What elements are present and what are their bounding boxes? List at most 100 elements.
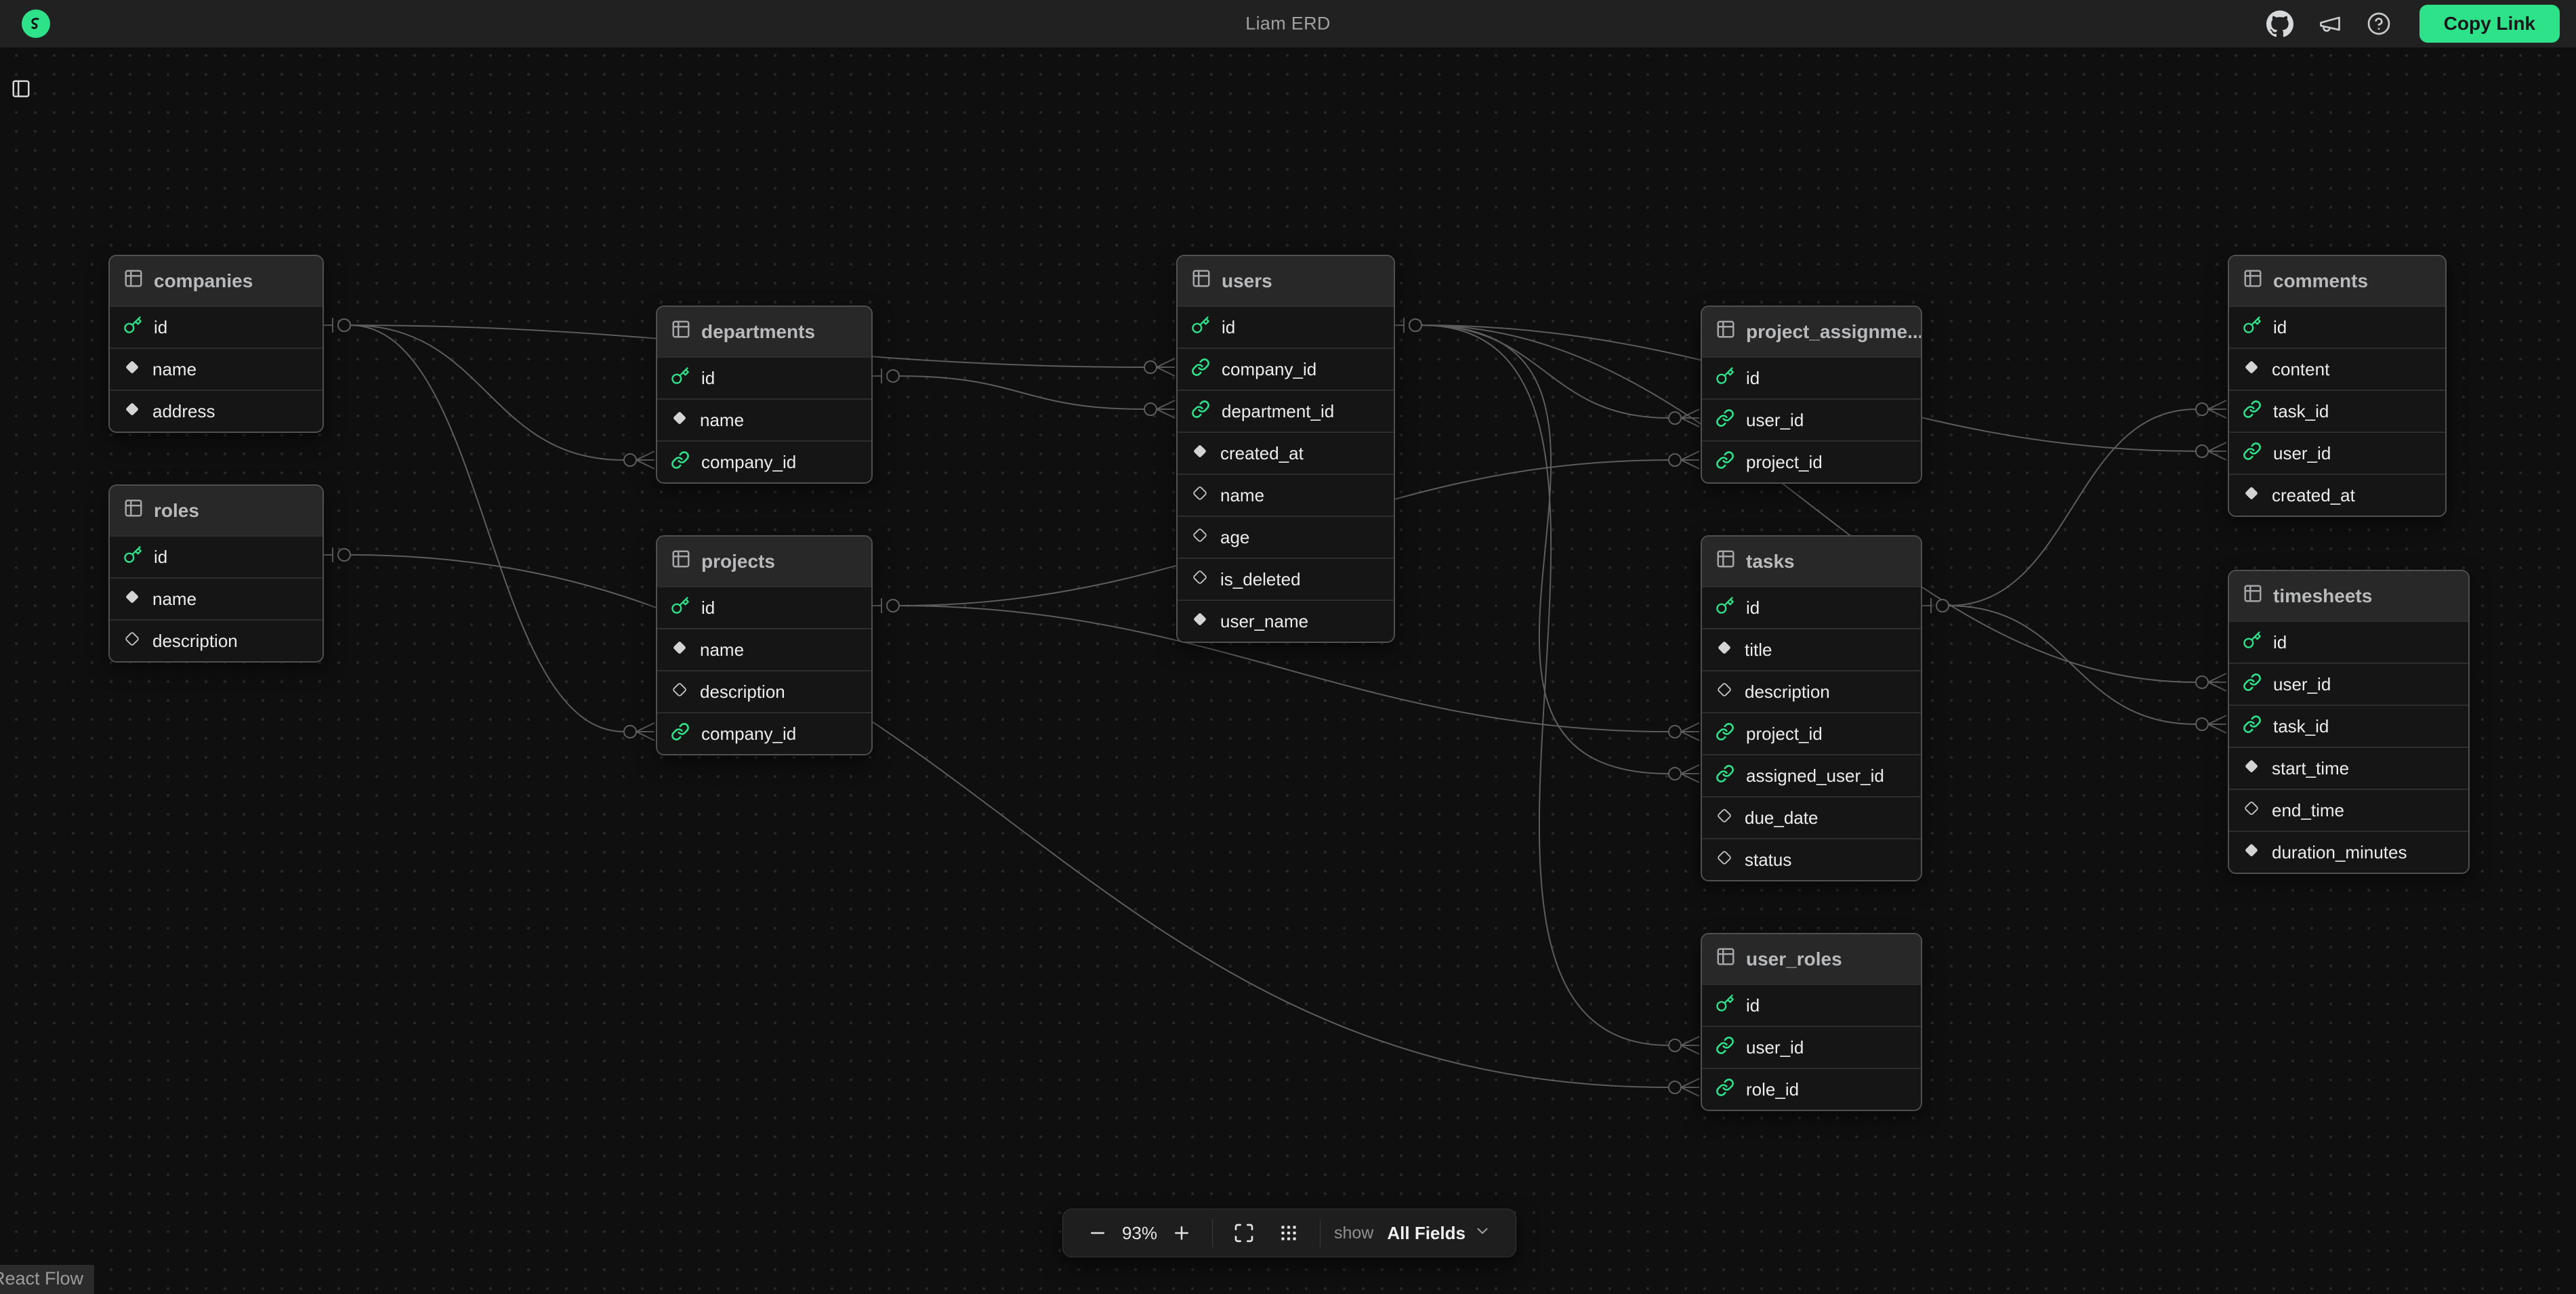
column-row-departments-name[interactable]: name	[657, 398, 871, 440]
column-name: id	[2273, 632, 2287, 653]
key-icon	[2243, 316, 2262, 339]
column-row-comments-user_id[interactable]: user_id	[2229, 432, 2445, 474]
release-notes-button[interactable]	[2318, 12, 2342, 36]
column-row-users-user_name[interactable]: user_name	[1178, 600, 1394, 642]
table-header: users	[1178, 256, 1394, 306]
table-node-comments[interactable]: commentsid content task_id user_id created_a…	[2228, 255, 2447, 517]
column-name: status	[1745, 850, 1791, 871]
link-icon	[1716, 451, 1734, 474]
column-row-users-is_deleted[interactable]: is_deleted	[1178, 558, 1394, 600]
column-row-roles-name[interactable]: name	[110, 577, 323, 619]
column-row-companies-name[interactable]: name	[110, 348, 323, 390]
column-row-project_assignments-user_id[interactable]: user_id	[1702, 398, 1921, 440]
tidy-up-button[interactable]	[1271, 1222, 1306, 1244]
table-icon	[2243, 583, 2263, 608]
column-name: id	[701, 368, 715, 389]
column-row-users-created_at[interactable]: created_at	[1178, 432, 1394, 474]
key-icon	[671, 596, 690, 620]
column-row-users-age[interactable]: age	[1178, 516, 1394, 558]
column-row-users-company_id[interactable]: company_id	[1178, 348, 1394, 390]
column-row-user_roles-user_id[interactable]: user_id	[1702, 1026, 1921, 1068]
column-row-tasks-status[interactable]: status	[1702, 838, 1921, 880]
diamond-filled-icon	[123, 358, 141, 381]
column-row-timesheets-user_id[interactable]: user_id	[2229, 663, 2468, 705]
column-row-tasks-due_date[interactable]: due_date	[1702, 796, 1921, 838]
column-row-users-name[interactable]: name	[1178, 474, 1394, 516]
column-row-projects-description[interactable]: description	[657, 670, 871, 712]
react-flow-attribution[interactable]: React Flow	[0, 1265, 94, 1294]
column-row-timesheets-duration_minutes[interactable]: duration_minutes	[2229, 831, 2468, 873]
column-row-project_assignments-project_id[interactable]: project_id	[1702, 440, 1921, 482]
column-row-tasks-title[interactable]: title	[1702, 628, 1921, 670]
column-name: start_time	[2272, 758, 2349, 779]
column-row-tasks-project_id[interactable]: project_id	[1702, 712, 1921, 754]
column-row-timesheets-id[interactable]: id	[2229, 621, 2468, 663]
column-row-timesheets-start_time[interactable]: start_time	[2229, 747, 2468, 789]
column-row-projects-name[interactable]: name	[657, 628, 871, 670]
table-node-departments[interactable]: departmentsidnamecompany_id	[656, 306, 873, 484]
relationship-edge-departments.id->users.department_id	[873, 369, 1175, 418]
table-node-user_roles[interactable]: user_rolesiduser_idrole_id	[1701, 933, 1922, 1111]
column-row-comments-created_at[interactable]: created_at	[2229, 474, 2445, 516]
column-name: content	[2272, 359, 2329, 380]
column-row-projects-id[interactable]: id	[657, 586, 871, 628]
diamond-outline-icon	[1716, 849, 1733, 871]
link-icon	[1716, 764, 1734, 788]
column-row-departments-id[interactable]: id	[657, 356, 871, 398]
table-header: companies	[110, 256, 323, 306]
fields-mode-value: All Fields	[1387, 1223, 1466, 1244]
column-row-users-department_id[interactable]: department_id	[1178, 390, 1394, 432]
column-row-tasks-assigned_user_id[interactable]: assigned_user_id	[1702, 754, 1921, 796]
column-row-project_assignments-id[interactable]: id	[1702, 356, 1921, 398]
github-icon	[2266, 10, 2293, 37]
table-name: roles	[154, 500, 199, 522]
zoom-out-button[interactable]	[1081, 1223, 1115, 1243]
column-row-companies-id[interactable]: id	[110, 306, 323, 348]
table-node-tasks[interactable]: tasksidtitledescriptionproject_idassigne…	[1701, 535, 1922, 881]
column-row-departments-company_id[interactable]: company_id	[657, 440, 871, 482]
relationship-edge-tasks.id->comments.task_id	[1922, 400, 2226, 613]
column-row-projects-company_id[interactable]: company_id	[657, 712, 871, 754]
column-row-user_roles-role_id[interactable]: role_id	[1702, 1068, 1921, 1110]
column-row-companies-address[interactable]: address	[110, 390, 323, 432]
liam-logo[interactable]	[22, 9, 50, 38]
column-name: id	[1746, 598, 1760, 619]
table-node-project_assignments[interactable]: project_assignme...iduser_idproject_id	[1701, 306, 1922, 484]
link-icon	[2243, 400, 2262, 423]
column-name: user_id	[2273, 443, 2331, 464]
table-node-roles[interactable]: roles idnamedescription	[108, 484, 324, 663]
column-row-timesheets-end_time[interactable]: end_time	[2229, 789, 2468, 831]
column-row-tasks-id[interactable]: id	[1702, 586, 1921, 628]
table-icon	[1716, 549, 1736, 574]
key-icon	[2243, 631, 2262, 654]
copy-link-button[interactable]: Copy Link	[2419, 5, 2560, 43]
link-icon	[671, 451, 690, 474]
help-button[interactable]	[2367, 12, 2391, 36]
table-icon	[1191, 268, 1211, 293]
column-name: id	[1222, 317, 1235, 338]
column-row-roles-id[interactable]: id	[110, 535, 323, 577]
github-button[interactable]	[2266, 10, 2293, 37]
left-panel-toggle-button[interactable]	[11, 79, 31, 101]
column-row-comments-task_id[interactable]: task_id	[2229, 390, 2445, 432]
column-name: name	[700, 640, 744, 661]
table-node-projects[interactable]: projectsidnamedescriptioncompany_id	[656, 535, 873, 755]
column-row-comments-id[interactable]: id	[2229, 306, 2445, 348]
erd-canvas[interactable]: companiesidnameaddressrolesidnamedescrip…	[0, 0, 2576, 1294]
column-row-users-id[interactable]: id	[1178, 306, 1394, 348]
zoom-in-button[interactable]	[1165, 1223, 1199, 1243]
column-row-user_roles-id[interactable]: id	[1702, 984, 1921, 1026]
table-header: comments	[2229, 256, 2445, 306]
table-node-timesheets[interactable]: timesheetsiduser_idtask_idstart_timeend_…	[2228, 570, 2470, 874]
diamond-filled-icon	[2243, 358, 2260, 381]
relationship-edge-users.id->user_roles.user_id	[1395, 318, 1699, 1054]
fields-mode-dropdown[interactable]: All Fields	[1387, 1222, 1491, 1245]
column-row-roles-description[interactable]: description	[110, 619, 323, 661]
fit-view-button[interactable]	[1226, 1222, 1262, 1244]
table-node-users[interactable]: users id company_iddepartment_idcreated_at…	[1176, 255, 1395, 643]
table-node-companies[interactable]: companiesidnameaddress	[108, 255, 324, 433]
table-header: user_roles	[1702, 934, 1921, 984]
column-row-tasks-description[interactable]: description	[1702, 670, 1921, 712]
column-row-timesheets-task_id[interactable]: task_id	[2229, 705, 2468, 747]
column-row-comments-content[interactable]: content	[2229, 348, 2445, 390]
